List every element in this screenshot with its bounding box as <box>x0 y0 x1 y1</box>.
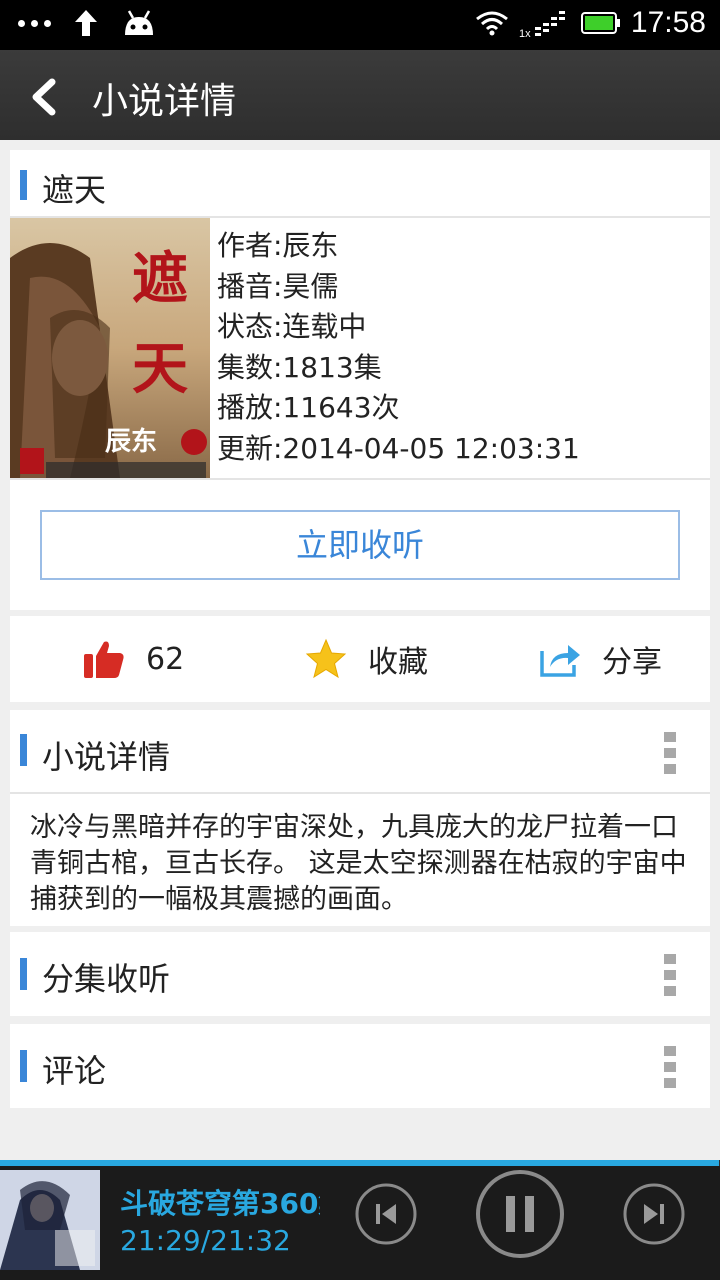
favorite-label: 收藏 <box>368 645 428 680</box>
android-icon <box>125 10 153 35</box>
like-button[interactable]: 62 <box>82 616 184 702</box>
status-time: 17:58 <box>630 6 706 39</box>
share-label: 分享 <box>602 645 662 680</box>
section-accent-bar <box>20 958 27 990</box>
more-notifications-icon <box>18 19 51 27</box>
battery-icon <box>580 12 620 34</box>
book-cover: 遮 天 辰东 <box>10 218 210 478</box>
next-button[interactable] <box>622 1182 686 1246</box>
star-icon <box>305 638 347 679</box>
share-icon <box>540 645 580 677</box>
wifi-icon <box>475 11 508 36</box>
book-meta: 作者:辰东 播音:昊儒 状态:连载中 集数:1813集 播放:11643次 更新… <box>217 226 580 469</box>
playback-progress-bar[interactable] <box>0 1160 720 1166</box>
more-options-icon[interactable] <box>664 1046 676 1088</box>
svg-text:天: 天 <box>132 336 188 402</box>
player-cover[interactable] <box>0 1170 100 1270</box>
novel-detail-card: 小说详情 冰冷与黑暗并存的宇宙深处，九具庞大的龙尸拉着一口青铜古棺，亘古长存。 … <box>10 710 710 926</box>
comments-section-title: 评论 <box>42 1052 107 1090</box>
status-bar: 1x 17:58 <box>0 0 720 50</box>
mini-player: 斗破苍穹第360集 21:29/21:32 <box>0 1160 720 1280</box>
detail-section-title: 小说详情 <box>42 738 171 776</box>
action-bar: 62 收藏 分享 <box>10 616 710 702</box>
pause-button[interactable] <box>474 1168 566 1260</box>
more-options-icon[interactable] <box>664 954 676 996</box>
player-track-title: 斗破苍穹第360集 <box>120 1187 320 1220</box>
app-header: 小说详情 <box>0 50 720 140</box>
episodes-section-title: 分集收听 <box>42 960 171 998</box>
previous-button[interactable] <box>354 1182 418 1246</box>
divider <box>10 478 710 480</box>
comments-section[interactable]: 评论 <box>10 1024 710 1108</box>
book-narrator: 播音:昊儒 <box>217 269 339 303</box>
divider <box>10 792 710 794</box>
svg-text:1x: 1x <box>519 28 531 39</box>
detail-description: 冰冷与黑暗并存的宇宙深处，九具庞大的龙尸拉着一口青铜古棺，亘古长存。 这是太空探… <box>30 812 687 915</box>
book-info-card: 遮天 遮 天 辰东 作者:辰东 播音:昊儒 状态:连载中 集数:1813集 播放… <box>10 150 710 610</box>
svg-text:辰东: 辰东 <box>105 426 157 457</box>
back-arrow-icon[interactable] <box>22 72 72 122</box>
section-accent-bar <box>20 1050 27 1082</box>
book-status: 状态:连载中 <box>217 310 367 343</box>
signal-icon: 1x <box>519 11 565 39</box>
book-episodes: 集数:1813集 <box>217 350 382 384</box>
book-updated: 更新:2014-04-05 12:03:31 <box>217 431 580 465</box>
playback-progress-fill <box>0 1160 719 1166</box>
like-count: 62 <box>146 641 185 677</box>
svg-text:遮: 遮 <box>132 246 188 312</box>
more-options-icon[interactable] <box>664 732 676 774</box>
section-accent-bar <box>20 170 27 200</box>
book-plays: 播放:11643次 <box>217 391 400 424</box>
upload-icon <box>75 10 97 36</box>
book-author: 作者:辰东 <box>217 229 339 262</box>
book-title: 遮天 <box>42 171 107 209</box>
favorite-button[interactable]: 收藏 <box>304 616 428 702</box>
listen-now-button[interactable]: 立即收听 <box>40 510 680 580</box>
share-button[interactable]: 分享 <box>538 616 662 702</box>
section-accent-bar <box>20 734 27 766</box>
player-time: 21:29/21:32 <box>120 1224 291 1257</box>
thumbs-up-icon <box>84 641 124 678</box>
page-title: 小说详情 <box>92 81 237 122</box>
episodes-section[interactable]: 分集收听 <box>10 932 710 1016</box>
